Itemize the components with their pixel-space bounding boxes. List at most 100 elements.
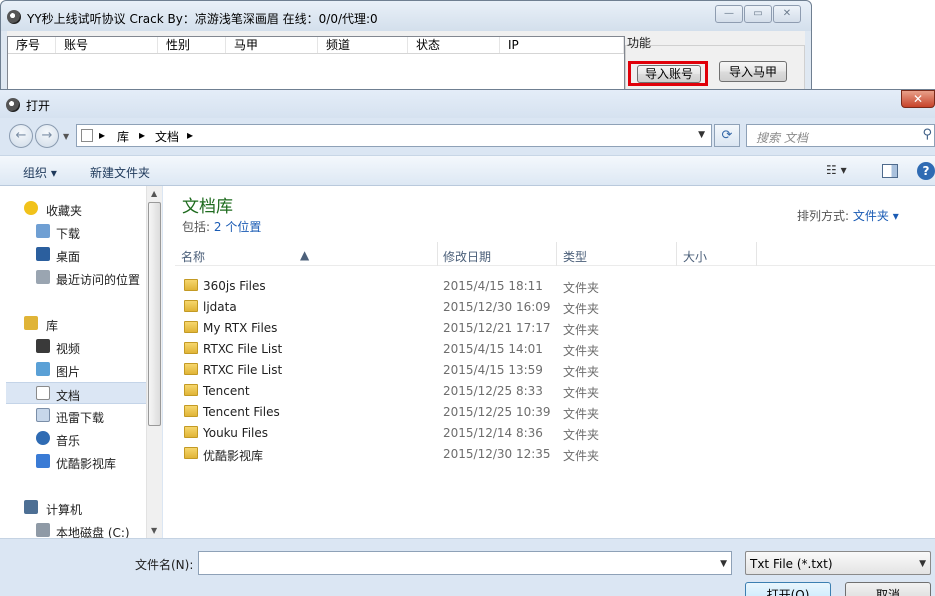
sort-arrow-icon: ▲ [300, 248, 310, 262]
nav-xunlei[interactable]: 迅雷下载 [0, 405, 146, 427]
close-icon[interactable]: ✕ [901, 90, 935, 108]
import-account-button[interactable]: 导入账号 [637, 65, 701, 83]
file-row[interactable]: Tencent Files 2015/12/25 10:39 文件夹 [175, 401, 625, 422]
filename-label: 文件名(N): [135, 558, 194, 572]
breadcrumb-separator[interactable]: ▸ [139, 128, 145, 142]
file-date: 2015/12/25 8:33 [443, 384, 543, 398]
open-button[interactable]: 打开(O) [745, 582, 831, 596]
file-date: 2015/12/30 16:09 [443, 300, 551, 314]
file-type: 文件夹 [563, 407, 600, 421]
scroll-down-icon[interactable]: ▼ [151, 526, 157, 535]
forward-icon[interactable]: → [35, 124, 59, 148]
breadcrumb-separator[interactable]: ▸ [187, 128, 193, 142]
nav-label: 音乐 [56, 434, 81, 448]
file-name: RTXC File List [203, 342, 283, 356]
account-list[interactable]: 序号 账号 性别 马甲 频道 状态 IP [7, 36, 625, 96]
search-icon[interactable]: ⚲ [922, 127, 932, 142]
desktop-icon [36, 247, 50, 261]
address-bar[interactable]: ▸ 库 ▸ 文档 ▸ ▼ [76, 124, 712, 147]
nav-label: 库 [46, 319, 59, 333]
file-row[interactable]: 优酷影视库 2015/12/30 12:35 文件夹 [175, 443, 625, 464]
arrange-dropdown[interactable]: 文件夹 ▾ [853, 209, 899, 223]
filename-input[interactable]: ▼ [198, 551, 732, 575]
star-icon [24, 201, 38, 215]
file-type: 文件夹 [563, 281, 600, 295]
recent-places-icon [36, 270, 50, 284]
column-header[interactable]: 账号 [56, 37, 158, 53]
file-name: ljdata [203, 300, 237, 314]
nav-pictures[interactable]: 图片 [0, 359, 146, 381]
column-header[interactable]: 马甲 [226, 37, 318, 53]
column-divider[interactable] [437, 242, 438, 266]
nav-videos[interactable]: 视频 [0, 336, 146, 358]
file-name: Tencent [203, 384, 250, 398]
location-icon [81, 129, 93, 142]
column-type[interactable]: 类型 [563, 248, 587, 265]
includes-locations-link[interactable]: 2 个位置 [214, 220, 261, 234]
address-chevron-down-icon[interactable]: ▼ [698, 130, 705, 140]
column-header[interactable]: 频道 [318, 37, 408, 53]
column-divider[interactable] [556, 242, 557, 266]
file-row[interactable]: My RTX Files 2015/12/21 17:17 文件夹 [175, 317, 625, 338]
nav-label: 最近访问的位置 [56, 273, 141, 287]
view-options-icon[interactable]: ☷ ▾ [826, 163, 847, 177]
maximize-icon[interactable]: ▭ [744, 5, 772, 23]
column-size[interactable]: 大小 [683, 248, 707, 265]
back-icon[interactable]: ← [9, 124, 33, 148]
nav-favorites[interactable]: 收藏夹 [0, 198, 146, 220]
nav-desktop[interactable]: 桌面 [0, 244, 146, 266]
file-date: 2015/4/15 18:11 [443, 279, 543, 293]
file-type: 文件夹 [563, 428, 600, 442]
youku-library-icon [36, 454, 50, 468]
file-row[interactable]: RTXC File List 2015/4/15 13:59 文件夹 [175, 359, 625, 380]
nav-label: 计算机 [46, 503, 83, 517]
file-date: 2015/12/30 12:35 [443, 447, 551, 461]
nav-libraries[interactable]: 库 [0, 313, 146, 335]
nav-documents[interactable]: 文档 [6, 382, 146, 404]
nav-label: 图片 [56, 365, 81, 379]
refresh-icon[interactable]: ⟳ [714, 124, 740, 147]
column-header[interactable]: 性别 [158, 37, 226, 53]
minimize-icon[interactable]: — [715, 5, 743, 23]
preview-pane-icon[interactable] [882, 164, 898, 178]
scrollbar-thumb[interactable] [148, 202, 161, 426]
nav-recent[interactable]: 最近访问的位置 [0, 267, 146, 289]
search-input[interactable]: 搜索 文档 ⚲ [746, 124, 935, 147]
file-name: Youku Files [203, 426, 269, 440]
recent-locations-chevron-icon[interactable]: ▼ [63, 132, 69, 141]
breadcrumb-documents[interactable]: 文档 [155, 128, 179, 145]
breadcrumb-separator[interactable]: ▸ [99, 128, 105, 142]
new-folder-button[interactable]: 新建文件夹 [90, 164, 150, 181]
filename-chevron-down-icon[interactable]: ▼ [720, 559, 727, 569]
column-divider[interactable] [676, 242, 677, 266]
help-icon[interactable]: ? [917, 162, 935, 180]
cancel-button[interactable]: 取消 [845, 582, 931, 596]
close-icon[interactable]: ✕ [773, 5, 801, 23]
nav-scrollbar[interactable]: ▲ ▼ [146, 186, 162, 538]
window-controls: — ▭ ✕ [715, 5, 801, 23]
column-modified[interactable]: 修改日期 [443, 248, 491, 265]
file-row[interactable]: Tencent 2015/12/25 8:33 文件夹 [175, 380, 625, 401]
nav-downloads[interactable]: 下载 [0, 221, 146, 243]
column-name[interactable]: 名称 [181, 248, 205, 265]
filetype-select[interactable]: Txt File (*.txt) ▼ [745, 551, 931, 575]
column-header[interactable]: 状态 [408, 37, 500, 53]
xunlei-download-icon [36, 408, 50, 422]
nav-youku[interactable]: 优酷影视库 [0, 451, 146, 473]
file-row[interactable]: ljdata 2015/12/30 16:09 文件夹 [175, 296, 625, 317]
scroll-up-icon[interactable]: ▲ [151, 189, 157, 198]
import-vest-button[interactable]: 导入马甲 [719, 61, 787, 82]
file-row[interactable]: RTXC File List 2015/4/15 14:01 文件夹 [175, 338, 625, 359]
file-date: 2015/12/25 10:39 [443, 405, 551, 419]
library-includes: 包括: 2 个位置 [182, 218, 261, 235]
arrange-label: 排列方式: [797, 209, 850, 223]
organize-button[interactable]: 组织 ▾ [23, 164, 57, 181]
column-header[interactable]: 序号 [8, 37, 56, 53]
file-row[interactable]: 360js Files 2015/4/15 18:11 文件夹 [175, 275, 625, 296]
nav-computer[interactable]: 计算机 [0, 497, 146, 519]
column-header[interactable]: IP [500, 37, 624, 53]
nav-music[interactable]: 音乐 [0, 428, 146, 450]
column-divider[interactable] [756, 242, 757, 266]
breadcrumb-library[interactable]: 库 [117, 128, 129, 145]
file-row[interactable]: Youku Files 2015/12/14 8:36 文件夹 [175, 422, 625, 443]
